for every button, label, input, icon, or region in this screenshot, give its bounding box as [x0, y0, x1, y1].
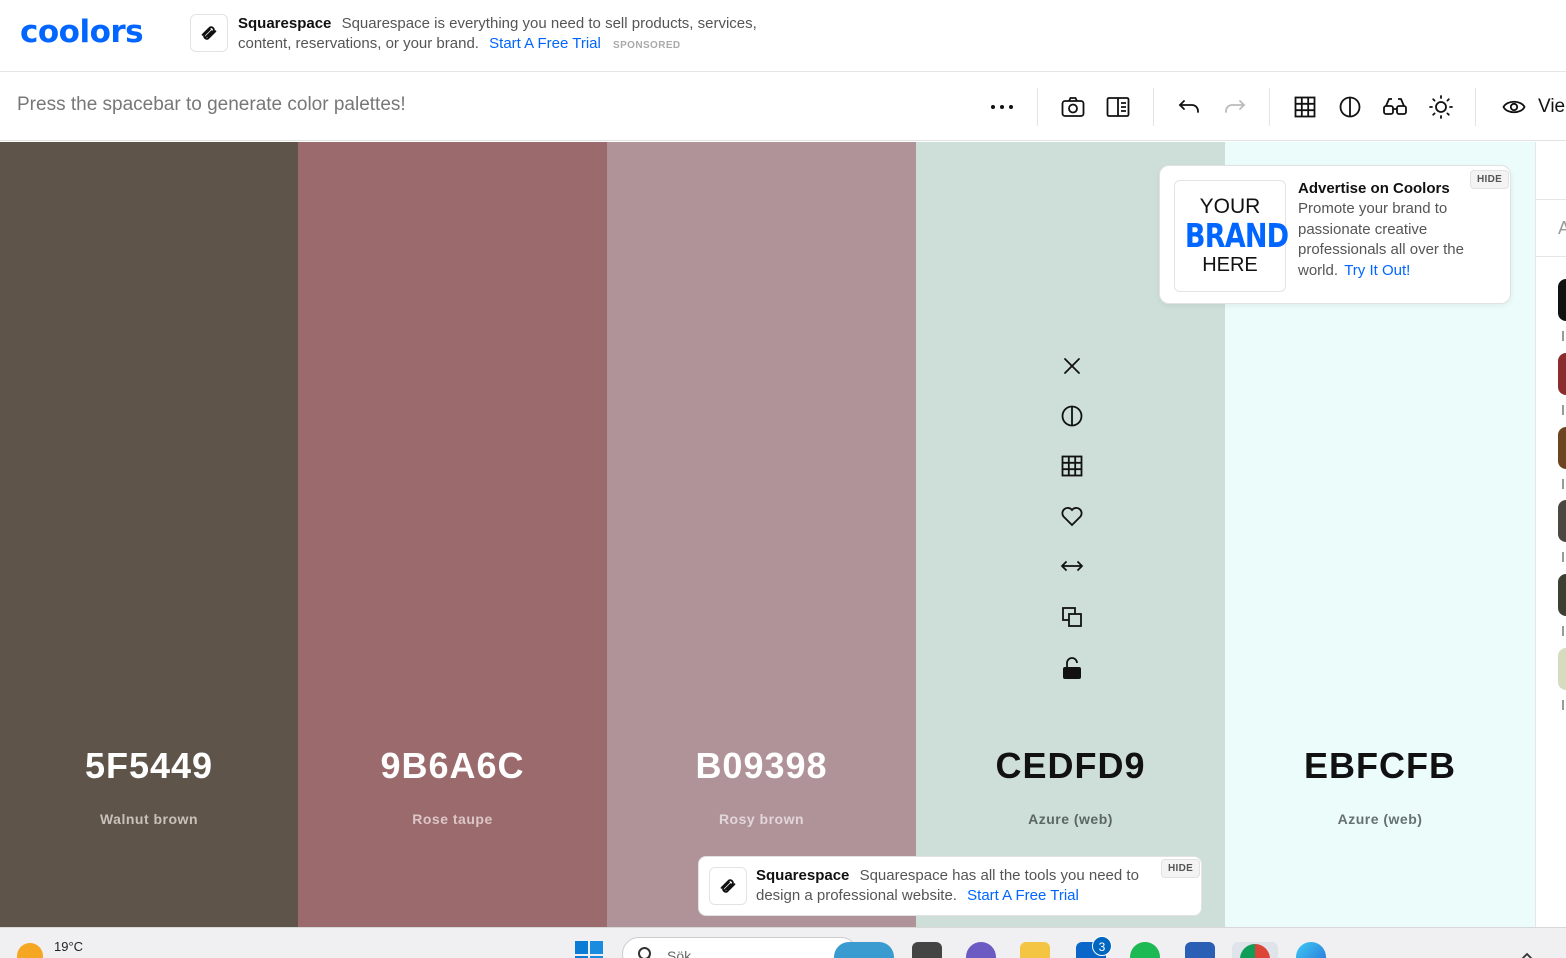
- saved-palette-marker: [1562, 405, 1564, 415]
- app-window: coolors Squarespace Squarespace is every…: [0, 0, 1566, 958]
- saved-palette-marker: [1562, 479, 1564, 489]
- toolbar: Press the spacebar to generate color pal…: [0, 72, 1566, 141]
- color-hex[interactable]: 9B6A6C: [298, 745, 607, 787]
- view-label: Vie: [1538, 96, 1566, 117]
- contrast-icon[interactable]: [1056, 400, 1088, 432]
- color-name[interactable]: Rose taupe: [298, 811, 607, 827]
- saved-palette-marker: [1562, 331, 1564, 341]
- coolors-logo[interactable]: coolors: [20, 14, 144, 50]
- saved-palette-swatch[interactable]: [1558, 427, 1566, 469]
- panel-divider: [1536, 256, 1566, 257]
- eye-icon: [1502, 100, 1526, 114]
- saved-palette-swatch[interactable]: [1558, 648, 1566, 690]
- panel-divider: [1536, 199, 1566, 200]
- grid-icon[interactable]: [1290, 92, 1320, 122]
- hide-advertise-button[interactable]: HIDE: [1470, 170, 1510, 189]
- toolbar-divider: [1153, 88, 1154, 126]
- taskbar-search[interactable]: Sök: [622, 937, 858, 958]
- panel-label: A: [1558, 218, 1566, 238]
- color-name[interactable]: Azure (web): [916, 811, 1225, 827]
- color-name[interactable]: Rosy brown: [607, 811, 916, 827]
- copy-icon[interactable]: [1056, 601, 1088, 633]
- bottom-ad: Squarespace Squarespace has all the tool…: [698, 856, 1202, 916]
- color-hex[interactable]: 5F5449: [0, 745, 298, 787]
- toolbar-divider: [1475, 88, 1476, 126]
- squarespace-icon: [190, 14, 228, 52]
- start-free-trial-link[interactable]: Start A Free Trial: [489, 35, 601, 52]
- try-it-out-link[interactable]: Try It Out!: [1344, 262, 1410, 279]
- split-view-icon[interactable]: [1103, 92, 1133, 122]
- word-icon[interactable]: [1185, 942, 1215, 958]
- search-icon: [638, 947, 651, 958]
- glasses-icon[interactable]: [1380, 92, 1410, 122]
- task-view-icon[interactable]: [912, 942, 942, 958]
- saved-palette-marker: [1562, 700, 1564, 710]
- close-icon[interactable]: [1056, 350, 1088, 382]
- top-ad-text: Squarespace Squarespace is everything yo…: [238, 14, 798, 56]
- saved-palette-swatch[interactable]: [1558, 500, 1566, 542]
- undo-icon[interactable]: [1174, 92, 1204, 122]
- saved-palette-swatch[interactable]: [1558, 353, 1566, 395]
- temperature[interactable]: 19°C: [54, 939, 83, 954]
- spotify-icon[interactable]: [1130, 942, 1160, 958]
- weather-icon[interactable]: [17, 943, 43, 958]
- bottom-ad-text: Squarespace Squarespace has all the tool…: [756, 866, 1176, 906]
- brand-line-1: YOUR: [1199, 195, 1261, 218]
- start-free-trial-link[interactable]: Start A Free Trial: [967, 887, 1079, 904]
- windows-start-icon[interactable]: [574, 940, 604, 958]
- redo-icon[interactable]: [1220, 92, 1250, 122]
- color-swatch[interactable]: 9B6A6C Rose taupe: [298, 142, 607, 927]
- advertise-card: YOUR BRAND HERE Advertise on Coolors Pro…: [1159, 165, 1511, 304]
- saved-palette-marker: [1562, 626, 1564, 636]
- spacebar-hint: Press the spacebar to generate color pal…: [17, 94, 406, 115]
- hide-ad-button[interactable]: HIDE: [1161, 859, 1201, 878]
- toolbar-divider: [1269, 88, 1270, 126]
- color-name[interactable]: Walnut brown: [0, 811, 298, 827]
- color-swatch[interactable]: 5F5449 Walnut brown: [0, 142, 298, 927]
- drag-icon[interactable]: [1056, 550, 1088, 582]
- camera-icon[interactable]: [1058, 92, 1088, 122]
- ad-brand: Squarespace: [756, 867, 850, 884]
- sponsored-label: SPONSORED: [613, 40, 681, 51]
- saved-palette-swatch[interactable]: [1558, 574, 1566, 616]
- taskbar: 19°C Sök 3: [0, 927, 1566, 958]
- color-hex[interactable]: B09398: [607, 745, 916, 787]
- color-hex[interactable]: EBFCFB: [1225, 745, 1535, 787]
- sun-icon[interactable]: [1426, 92, 1456, 122]
- chrome-active-tab[interactable]: [1232, 942, 1278, 958]
- teams-icon[interactable]: [966, 942, 996, 958]
- color-name[interactable]: Azure (web): [1225, 811, 1535, 827]
- search-placeholder: Sök: [667, 948, 692, 958]
- saved-palette-marker: [1562, 552, 1564, 562]
- brand-line-3: HERE: [1202, 254, 1258, 276]
- squarespace-icon: [709, 867, 747, 905]
- color-hex[interactable]: CEDFD9: [916, 745, 1225, 787]
- advertise-title: Advertise on Coolors: [1298, 180, 1450, 197]
- top-ad-bar: coolors Squarespace Squarespace is every…: [0, 0, 1566, 72]
- heart-icon[interactable]: [1056, 500, 1088, 532]
- unlock-icon[interactable]: [1056, 652, 1088, 684]
- edge-icon[interactable]: [1296, 942, 1326, 958]
- toolbar-divider: [1037, 88, 1038, 126]
- more-icon[interactable]: [987, 92, 1017, 122]
- search-highlight-icon[interactable]: [834, 942, 894, 958]
- shades-grid-icon[interactable]: [1056, 450, 1088, 482]
- palette-panel: A: [1535, 142, 1566, 927]
- brand-line-2: BRAND: [1184, 216, 1289, 255]
- chrome-icon: [1240, 944, 1270, 958]
- view-button[interactable]: Vie: [1502, 92, 1565, 122]
- saved-palette-swatch[interactable]: [1558, 279, 1566, 321]
- file-explorer-icon[interactable]: [1020, 942, 1050, 958]
- ad-brand: Squarespace: [238, 15, 332, 32]
- advertise-body: Promote your brand to passionate creativ…: [1298, 199, 1498, 281]
- mail-badge: 3: [1092, 936, 1112, 956]
- chevron-up-icon[interactable]: [1520, 948, 1534, 958]
- brand-placeholder-image[interactable]: YOUR BRAND HERE: [1174, 180, 1289, 292]
- contrast-icon[interactable]: [1335, 92, 1365, 122]
- color-swatch[interactable]: B09398 Rosy brown: [607, 142, 916, 927]
